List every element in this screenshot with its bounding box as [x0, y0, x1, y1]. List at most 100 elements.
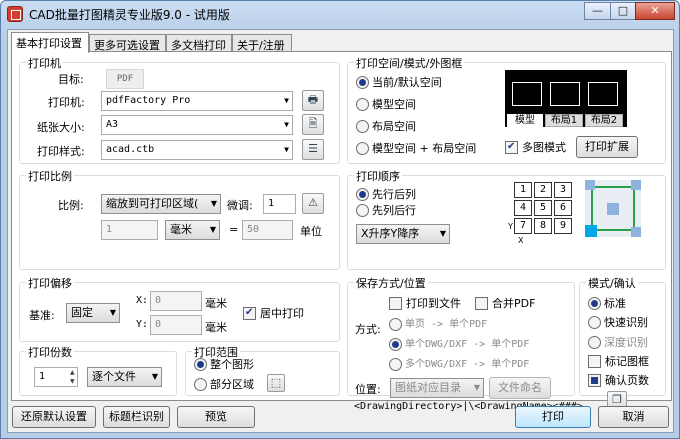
preview-tab-layout2: 布局2	[585, 114, 623, 127]
scale-left-input[interactable]: 1	[101, 220, 158, 240]
spin-down-icon[interactable]: ▼	[70, 378, 75, 385]
grid-cell: 1	[514, 182, 532, 198]
printer-settings-button[interactable]: 🖶	[302, 90, 324, 111]
chevron-down-icon: ▼	[210, 199, 217, 208]
grid-cell: 4	[514, 200, 532, 216]
paper-settings-button[interactable]: 🗎	[302, 114, 324, 135]
group-title: 保存方式/位置	[354, 275, 428, 291]
mode-single-dwg-radio[interactable]: 单个DWG/DXF -> 单个PDF	[389, 338, 529, 351]
chevron-down-icon: ▼	[439, 229, 446, 238]
style-edit-button[interactable]: ☰	[302, 139, 324, 160]
location-value: 图纸对应目录	[395, 381, 461, 394]
style-select[interactable]: acad.ctb ▼	[101, 140, 293, 160]
fine-label: 微调:	[227, 199, 253, 212]
offset-x-input[interactable]: 0	[150, 291, 202, 311]
order-col-first-radio[interactable]: 先列后行	[356, 204, 416, 217]
fine-input[interactable]: 1	[263, 194, 296, 214]
tab-multi-doc[interactable]: 多文档打印	[166, 34, 232, 52]
paper-value: A3	[106, 119, 119, 130]
app-window: CAD批量打图精灵专业版9.0 - 试用版 — □ ✕ 基本打印设置 更多可选设…	[0, 0, 680, 439]
mode-single-page-radio[interactable]: 单页 -> 单个PDF	[389, 318, 487, 331]
range-partial-radio[interactable]: 部分区域	[194, 378, 254, 391]
base-value: 固定	[71, 306, 93, 319]
preview-tab-model: 模型	[507, 114, 543, 127]
tab-basic-print[interactable]: 基本打印设置	[11, 32, 89, 53]
printer-value: pdfFactory Pro	[106, 95, 191, 106]
chevron-down-icon: ▼	[284, 96, 289, 105]
spin-up-icon[interactable]: ▲	[70, 369, 75, 376]
space-model-layout-radio[interactable]: 模型空间 + 布局空间	[356, 142, 476, 155]
group-title: 打印份数	[26, 344, 74, 360]
maximize-button[interactable]: □	[610, 2, 636, 20]
offset-group: 打印偏移 基准: 固定 ▼ X: 0 毫米 Y: 0 毫米 居中打印	[19, 275, 340, 342]
copies-group: 打印份数 1 ▲ ▼ 逐个文件 ▼	[19, 344, 177, 396]
copies-mode-value: 逐个文件	[92, 370, 136, 383]
base-label: 基准:	[29, 309, 55, 322]
mode-label: 方式:	[355, 323, 381, 336]
merge-pdf-checkbox[interactable]: 合并PDF	[475, 297, 535, 310]
tab-more-options[interactable]: 更多可选设置	[89, 34, 166, 52]
offset-y-input[interactable]: 0	[150, 315, 202, 335]
pick-region-button[interactable]: ⬚	[267, 374, 285, 392]
grid-cell: 5	[534, 200, 552, 216]
print-to-file-checkbox[interactable]: 打印到文件	[389, 297, 461, 310]
ratio-select[interactable]: 缩放到可打印区域(▼	[101, 194, 221, 214]
group-title: 打印空间/模式/外图框	[354, 55, 465, 71]
base-select[interactable]: 固定 ▼	[66, 303, 120, 323]
equals-sign: =	[229, 223, 239, 236]
chevron-down-icon: ▼	[151, 372, 158, 381]
location-select[interactable]: 图纸对应目录 ▼	[390, 378, 484, 398]
space-preview: 模型 布局1 布局2	[505, 70, 627, 127]
multi-mode-checkbox[interactable]: 多图模式	[505, 140, 566, 154]
space-group: 打印空间/模式/外图框 当前/默认空间 模型空间 布局空间 模型空间 + 布局空…	[347, 55, 666, 164]
scale-unit-select[interactable]: 毫米 ▼	[165, 220, 220, 240]
space-model-radio[interactable]: 模型空间	[356, 98, 416, 111]
range-whole-radio[interactable]: 整个图形	[194, 358, 254, 371]
x-label: X:	[136, 295, 149, 306]
cancel-button[interactable]: 取消	[598, 406, 669, 428]
y-unit-label: 毫米	[205, 321, 227, 334]
confirm-group: 模式/确认 标准 快速识别 深度识别 标记图框 确认页数 ❐	[579, 275, 666, 409]
center-print-checkbox[interactable]: 居中打印	[243, 306, 304, 320]
printer-select[interactable]: pdfFactory Pro ▼	[101, 91, 293, 111]
preview-tab-layout1: 布局1	[545, 114, 583, 127]
print-expand-button[interactable]: 打印扩展	[576, 136, 638, 158]
tab-about[interactable]: 关于/注册	[232, 34, 292, 52]
mode-quick-radio[interactable]: 快速识别	[588, 316, 648, 329]
pick-scale-button[interactable]: ⚠	[302, 193, 324, 214]
preview-button[interactable]: 预览	[177, 406, 255, 428]
scale-right-input[interactable]: 50	[242, 220, 293, 240]
sort-select[interactable]: X升序Y降序 ▼	[356, 224, 450, 244]
chevron-down-icon: ▼	[473, 383, 480, 392]
close-button[interactable]: ✕	[635, 2, 675, 20]
corner-anchor-selected	[585, 225, 597, 237]
scale-group: 打印比例 比例: 缩放到可打印区域(▼ 微调: 1 ⚠ 1 毫米 ▼ = 50 单…	[19, 168, 340, 270]
restore-defaults-button[interactable]: 还原默认设置	[12, 406, 96, 428]
chevron-down-icon: ▼	[209, 225, 216, 234]
paper-select[interactable]: A3 ▼	[101, 115, 293, 135]
space-current-radio[interactable]: 当前/默认空间	[356, 76, 442, 89]
confirm-pages-checkbox[interactable]: 确认页数	[588, 374, 649, 387]
mode-multi-dwg-radio[interactable]: 多个DWG/DXF -> 单个PDF	[389, 358, 529, 371]
titlebar-recognize-button[interactable]: 标题栏识别	[103, 406, 170, 428]
mark-frame-checkbox[interactable]: 标记图框	[588, 355, 649, 368]
y-label: Y:	[136, 319, 149, 330]
file-naming-button[interactable]: 文件命名	[489, 377, 551, 399]
minimize-button[interactable]: —	[584, 2, 611, 20]
frame-thumb	[588, 82, 618, 106]
copies-spinner[interactable]: ▲ ▼	[70, 368, 78, 386]
x-unit-label: 毫米	[205, 297, 227, 310]
corner-anchor	[631, 227, 641, 237]
chevron-down-icon: ▼	[284, 120, 289, 129]
mode-standard-radio[interactable]: 标准	[588, 297, 626, 310]
space-layout-radio[interactable]: 布局空间	[356, 120, 416, 133]
order-row-first-radio[interactable]: 先行后列	[356, 188, 416, 201]
offset-preview	[585, 180, 641, 237]
print-button[interactable]: 打印	[515, 406, 591, 428]
frame-thumb	[512, 82, 542, 106]
mode-deep-radio[interactable]: 深度识别	[588, 336, 648, 349]
printer-icon: 🖶	[307, 93, 319, 106]
tab-panel: 打印机 目标: PDF 打印机: pdfFactory Pro ▼ 🖶 纸张大小:…	[11, 51, 672, 412]
copies-mode-select[interactable]: 逐个文件 ▼	[87, 367, 162, 387]
group-title: 打印顺序	[354, 168, 402, 184]
